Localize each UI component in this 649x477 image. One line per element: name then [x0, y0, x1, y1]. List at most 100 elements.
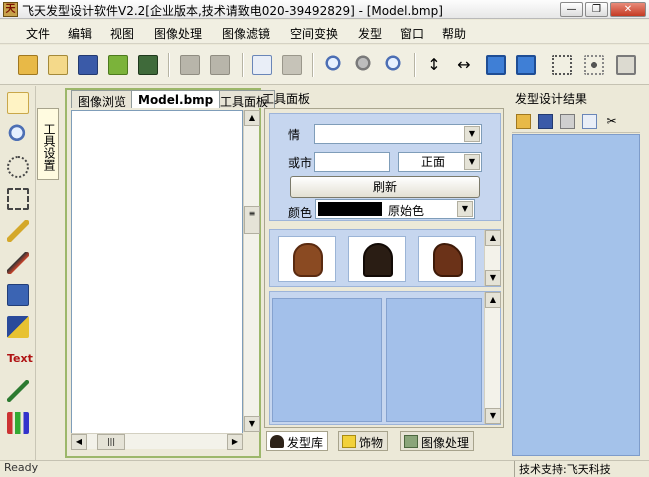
scroll-left-icon[interactable]: ◀ [71, 434, 87, 450]
open-file-icon[interactable] [48, 55, 68, 75]
support-text: 技术支持:飞天科技 [514, 461, 611, 477]
menu-help[interactable]: 帮助 [442, 25, 466, 42]
zoom-out-icon[interactable] [384, 55, 404, 75]
menu-file[interactable]: 文件 [26, 25, 50, 42]
tab-hairstyle-library[interactable]: 发型库 [266, 431, 329, 451]
fill-icon[interactable] [7, 284, 29, 306]
hairstyle-thumb-1[interactable] [278, 236, 336, 282]
refresh-button[interactable]: 刷新 [290, 176, 480, 198]
hairstyle-thumb-2[interactable] [348, 236, 406, 282]
menu-edit[interactable]: 编辑 [68, 25, 92, 42]
rotate-right-icon[interactable] [516, 55, 536, 75]
row1-combo[interactable]: ▼ [314, 124, 482, 144]
select-marquee-icon[interactable] [552, 55, 572, 75]
accessory-slot-1[interactable] [272, 298, 382, 422]
preview-icon[interactable] [582, 114, 597, 129]
menu-bar: 文件 编辑 视图 图像处理 图像滤镜 空间变换 发型 窗口 帮助 [0, 20, 649, 44]
hairstyle-thumb-3[interactable] [418, 236, 476, 282]
thumbs-scrollbar[interactable]: ▲ ▼ [484, 230, 501, 286]
tool-panel-title: 工具面板 [262, 92, 311, 106]
scroll-right-icon[interactable]: ▶ [227, 434, 243, 450]
menu-window[interactable]: 窗口 [400, 25, 424, 42]
slots-scrollbar[interactable]: ▲ ▼ [484, 292, 501, 424]
zoom-tool-icon[interactable] [7, 124, 29, 146]
tool-column: Text [0, 86, 36, 460]
text-icon[interactable]: Text [7, 348, 33, 370]
menu-view[interactable]: 视图 [110, 25, 134, 42]
menu-space-transform[interactable]: 空间变换 [290, 25, 338, 42]
image-canvas[interactable] [71, 110, 243, 448]
copy-icon[interactable] [252, 55, 272, 75]
document-panel: 图像浏览 Model.bmp 工具面板 ▲ ≡ ▼ ◀ ||| ▶ [65, 88, 276, 458]
paste-icon[interactable] [282, 55, 302, 75]
scroll-up-icon[interactable]: ▲ [485, 230, 501, 246]
tab-image-processing[interactable]: 图像处理 [400, 431, 475, 451]
scroll-up-icon[interactable]: ▲ [244, 110, 260, 126]
minimize-button[interactable]: — [560, 2, 583, 17]
export-icon[interactable] [108, 55, 128, 75]
hand-icon[interactable] [7, 92, 29, 114]
lasso-icon[interactable] [7, 156, 29, 178]
menu-hairstyle[interactable]: 发型 [358, 25, 382, 42]
image-process-icon [404, 435, 418, 448]
select-ellipse-icon[interactable] [584, 55, 604, 75]
color-label: 颜色 [288, 206, 313, 220]
close-button[interactable]: ✕ [610, 2, 646, 17]
camera-icon[interactable] [138, 55, 158, 75]
pencil-icon[interactable] [7, 252, 29, 274]
accessory-slots: ▲ ▼ [269, 291, 501, 425]
color-value: 原始色 [388, 204, 425, 218]
menu-image-process[interactable]: 图像处理 [154, 25, 202, 42]
color-combo[interactable]: 原始色 ▼ [315, 199, 475, 219]
open-folder-icon[interactable] [18, 55, 38, 75]
zoom-pan-icon[interactable] [354, 55, 374, 75]
open-folder-icon[interactable] [516, 114, 531, 129]
tool-settings-tab[interactable]: 工具设置 [37, 108, 59, 180]
accessory-slot-2[interactable] [386, 298, 482, 422]
flip-vertical-icon[interactable]: ↕ [424, 55, 444, 75]
row2-combo-left[interactable] [314, 152, 390, 172]
tool-panel-tabs: 发型库 饰物 图像处理 [264, 430, 504, 452]
scroll-down-icon[interactable]: ▼ [485, 270, 501, 286]
restore-button[interactable]: ❐ [585, 2, 608, 17]
redo-icon[interactable] [210, 55, 230, 75]
brush-icon[interactable] [7, 220, 29, 242]
eyedropper-icon[interactable] [7, 380, 29, 402]
result-panel-title: 发型设计结果 [515, 92, 588, 106]
rect-select-icon[interactable] [7, 188, 29, 210]
menu-image-filter[interactable]: 图像滤镜 [222, 25, 270, 42]
scroll-up-icon[interactable]: ▲ [485, 292, 501, 308]
eraser-icon[interactable] [7, 316, 29, 338]
horizontal-scrollbar[interactable]: ◀ ||| ▶ [71, 433, 243, 450]
tab-accessories[interactable]: 饰物 [338, 431, 389, 451]
rotate-left-icon[interactable] [486, 55, 506, 75]
scroll-down-icon[interactable]: ▼ [244, 416, 260, 432]
tab-image-browser[interactable]: 图像浏览 [71, 90, 134, 109]
hscroll-thumb[interactable]: ||| [97, 434, 125, 450]
scroll-down-icon[interactable]: ▼ [485, 408, 501, 424]
chevron-down-icon[interactable]: ▼ [464, 126, 480, 142]
row2-right-value: 正面 [421, 155, 446, 169]
save-icon[interactable] [78, 55, 98, 75]
app-icon[interactable]: 天 [3, 2, 18, 17]
tool-panel: 情 ▼ 或市 正面 ▼ 刷新 颜色 原始色 ▼ ▲ ▼ ▲ ▼ [264, 108, 504, 428]
vertical-scrollbar[interactable]: ▲ ≡ ▼ [243, 110, 260, 432]
scroll-thumb[interactable]: ≡ [244, 206, 260, 234]
cut-icon[interactable]: ✂ [604, 114, 619, 129]
chevron-down-icon[interactable]: ▼ [457, 201, 473, 217]
flip-horizontal-icon[interactable]: ↔ [454, 55, 474, 75]
zoom-in-icon[interactable] [324, 55, 344, 75]
print-icon[interactable] [560, 114, 575, 129]
chevron-down-icon[interactable]: ▼ [464, 154, 480, 170]
window-title: 飞天发型设计软件V2.2[企业版本,技术请致电020-39492829] - [… [22, 4, 443, 18]
levels-icon[interactable] [7, 412, 29, 434]
save-icon[interactable] [538, 114, 553, 129]
tab-model-bmp[interactable]: Model.bmp [131, 90, 221, 108]
undo-icon[interactable] [180, 55, 200, 75]
main-toolbar: ↕ ↔ [0, 45, 649, 85]
row2-combo-right[interactable]: 正面 ▼ [398, 152, 482, 172]
result-view[interactable] [512, 134, 640, 456]
row1-label: 情 [288, 128, 301, 142]
hairstyle-thumbnails: ▲ ▼ [269, 229, 501, 287]
fit-screen-icon[interactable] [616, 55, 636, 75]
